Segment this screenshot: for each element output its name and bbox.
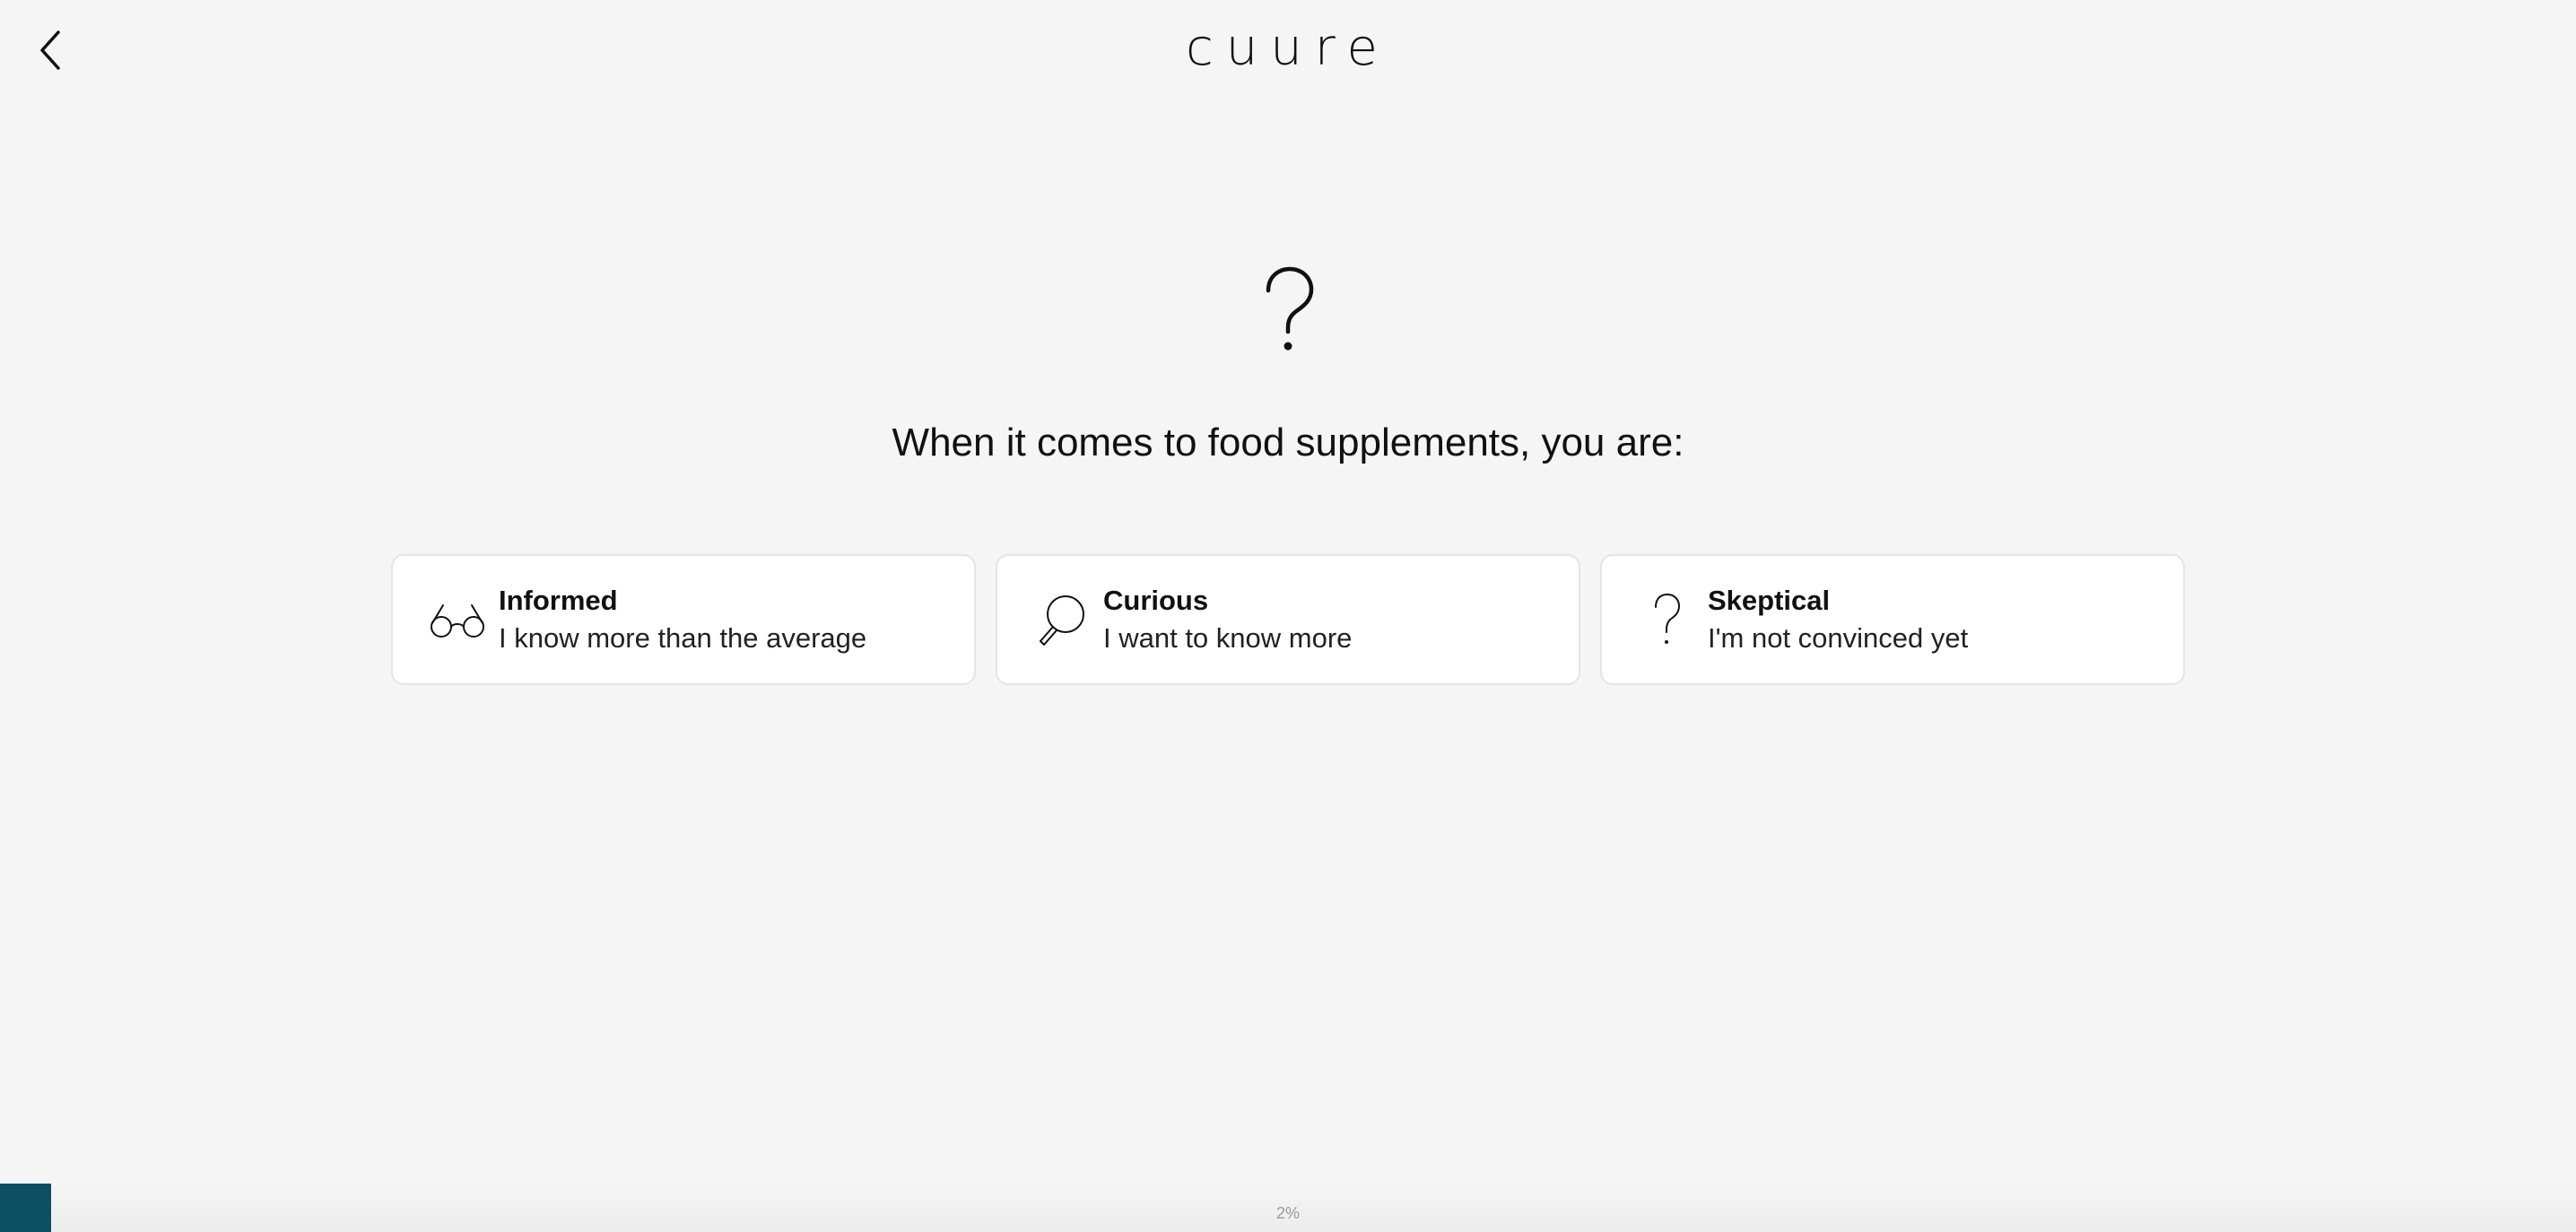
option-subtitle: I want to know more	[1103, 622, 1353, 654]
progress-bar: 2%	[0, 1184, 2576, 1232]
option-text: Curious I want to know more	[1103, 582, 1352, 657]
answer-options: Informed I know more than the average Cu…	[391, 554, 2185, 687]
option-title: Skeptical	[1708, 585, 1831, 616]
option-curious[interactable]: Curious I want to know more	[996, 554, 1580, 685]
option-subtitle: I'm not convinced yet	[1708, 622, 1969, 654]
option-title: Informed	[499, 585, 618, 616]
option-subtitle: I know more than the average	[499, 622, 867, 654]
question-mark-icon	[1266, 266, 1314, 351]
magnifier-icon	[1030, 587, 1094, 652]
progress-label: 2%	[1275, 1204, 1300, 1222]
option-informed[interactable]: Informed I know more than the average	[391, 554, 976, 685]
quiz-page: cuure When it comes to food supplements,…	[0, 0, 2576, 1232]
option-text: Skeptical I'm not convinced yet	[1708, 582, 1968, 657]
option-text: Informed I know more than the average	[499, 582, 866, 657]
question-mark-icon	[1634, 587, 1699, 652]
cuure-logo[interactable]: cuure	[0, 16, 2576, 81]
glasses-icon	[425, 587, 490, 652]
question-title: When it comes to food supplements, you a…	[892, 421, 1684, 464]
option-title: Curious	[1103, 585, 1209, 616]
option-skeptical[interactable]: Skeptical I'm not convinced yet	[1600, 554, 2185, 685]
